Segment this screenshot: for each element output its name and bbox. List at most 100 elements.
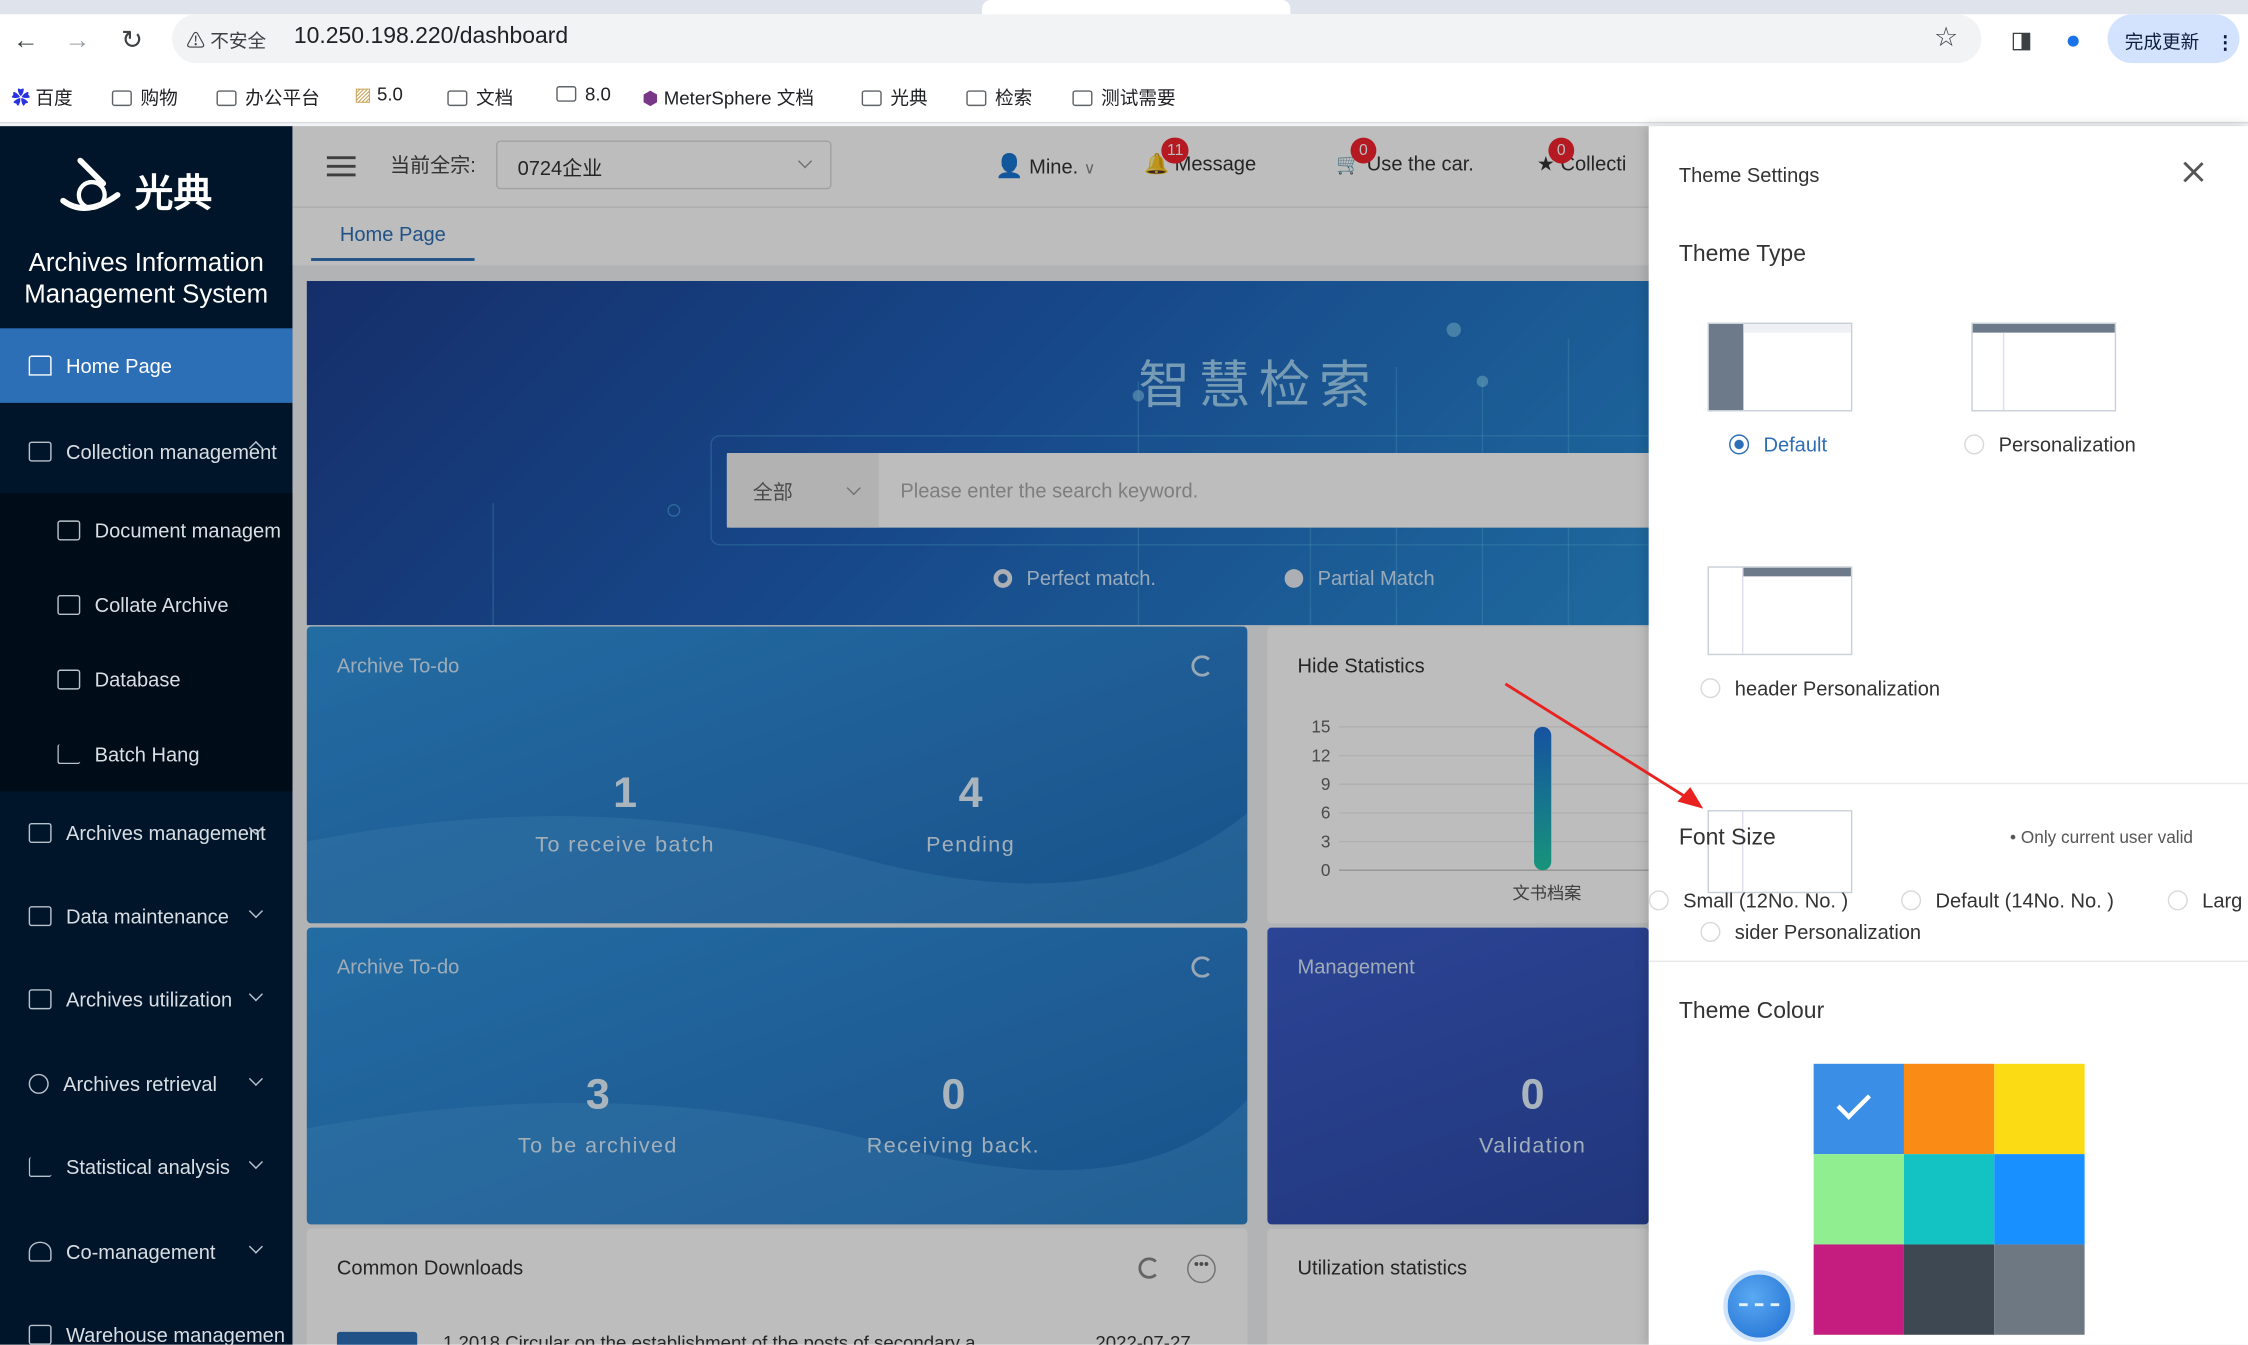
bookmark-folder[interactable]: 测试需要: [1072, 83, 1176, 110]
url-text[interactable]: 10.250.198.220/dashboard: [294, 24, 568, 50]
sidebar-item-label: Collection management: [65, 440, 277, 464]
bookmark-label: 办公平台: [245, 87, 320, 109]
folder-icon: [861, 90, 882, 107]
radio-theme-sider-personalization[interactable]: sider Personalization: [1700, 920, 1921, 943]
metersphere-icon: ⬢: [642, 87, 659, 109]
bookmark-label: 检索: [994, 87, 1033, 109]
floating-action-button[interactable]: [1723, 1270, 1795, 1342]
colour-swatch[interactable]: [1903, 1063, 1995, 1155]
chevron-down-icon: [248, 904, 264, 919]
bookmark-label: 文档: [475, 87, 514, 109]
fab-icon: [1739, 1303, 1780, 1307]
bookmark-folder[interactable]: 购物: [111, 83, 178, 110]
section-title: Theme Type: [1678, 242, 1806, 267]
sidebar-item-archives-retrieval[interactable]: Archives retrieval: [0, 1042, 292, 1125]
sidebar-item-statistical-analysis[interactable]: Statistical analysis: [0, 1125, 292, 1208]
profile-icon[interactable]: ●: [2056, 23, 2090, 57]
back-icon[interactable]: ←: [9, 23, 43, 57]
colour-swatch[interactable]: [1994, 1154, 2085, 1245]
sidebar-item-label: Document managem: [94, 518, 281, 542]
colour-swatch[interactable]: [1994, 1063, 2085, 1155]
sidebar-item-batch-hang[interactable]: Batch Hang: [0, 716, 293, 792]
bookmark-folder[interactable]: 光典: [861, 83, 928, 110]
sidebar-item-collection[interactable]: Collection management: [0, 410, 292, 493]
sidebar-item-co-management[interactable]: Co-management: [0, 1210, 292, 1293]
chevron-down-icon: [248, 987, 264, 1002]
font-size-note: • Only current user valid: [2010, 827, 2193, 848]
radio-font-large[interactable]: Larg: [2167, 889, 2242, 912]
sidebar-item-label: Archives retrieval: [63, 1072, 218, 1096]
forward-icon[interactable]: →: [60, 23, 94, 57]
bookmark-item[interactable]: ▨ 5.0: [354, 83, 403, 106]
home-icon: [28, 355, 52, 376]
colour-swatch[interactable]: [1994, 1244, 2085, 1335]
bookmark-folder[interactable]: 办公平台: [216, 83, 320, 110]
bookmark-star-icon[interactable]: ☆: [1934, 22, 1958, 55]
sidebar-item-warehouse[interactable]: Warehouse managemen: [0, 1293, 292, 1345]
clipboard-icon: [28, 989, 52, 1010]
sidebar-item-label: Archives utilization: [65, 987, 233, 1011]
collection-icon: [28, 441, 52, 462]
drawer-mask[interactable]: [292, 126, 1649, 1345]
radio-theme-default[interactable]: Default: [1729, 433, 1827, 456]
bookmarks-bar: ✿ 百度 购物 办公平台 ▨ 5.0 文档 8.0 ⬢ MeterSphere …: [0, 65, 2248, 124]
bookmark-folder[interactable]: 8.0: [556, 83, 611, 105]
bookmark-label: 购物: [140, 87, 178, 109]
colour-swatch[interactable]: [1813, 1244, 1904, 1335]
thumb-sidebar: [1709, 811, 1744, 895]
sidebar-item-collate[interactable]: Collate Archive: [0, 567, 293, 643]
sidebar-item-database[interactable]: Database: [0, 642, 293, 717]
folder-icon: [447, 90, 468, 107]
sidebar-item-home[interactable]: Home Page: [0, 328, 293, 403]
bank-icon: [28, 822, 52, 844]
reload-icon[interactable]: ↻: [115, 23, 149, 57]
sidebar-item-data-maintenance[interactable]: Data maintenance: [0, 875, 292, 958]
folder-icon: [1072, 90, 1093, 107]
thumb-header: [1972, 324, 2115, 333]
radio-font-default[interactable]: Default (14No. No. ): [1901, 889, 2114, 912]
sidebar-item-label: Data maintenance: [65, 904, 229, 928]
chevron-down-icon: [248, 1239, 264, 1254]
browser-toolbar: ← → ↻ ⚠ 不安全 10.250.198.220/dashboard ☆ ◨…: [0, 14, 2248, 66]
insecure-indicator[interactable]: ⚠ 不安全: [186, 26, 266, 53]
logo: 光典: [60, 157, 212, 216]
warehouse-icon: [28, 1324, 52, 1345]
font-note-text: Only current user valid: [2020, 827, 2193, 848]
radio-font-small[interactable]: Small (12No. No. ): [1648, 889, 1848, 912]
bookmark-item[interactable]: ✿ 百度: [11, 83, 72, 110]
radio-checked-icon: [1729, 434, 1750, 455]
close-icon[interactable]: [2179, 158, 2208, 187]
sidebar-item-archives-management[interactable]: Archives management: [0, 791, 292, 874]
divider: [1648, 782, 2248, 785]
browser-tab-strip: [0, 0, 2248, 15]
colour-swatch[interactable]: [1903, 1244, 1995, 1335]
theme-thumb-default[interactable]: [1707, 322, 1853, 412]
bookmark-folder[interactable]: 文档: [447, 83, 513, 110]
colour-swatch[interactable]: [1813, 1154, 1904, 1245]
radio-icon: [1901, 890, 1922, 911]
folder-icon: [966, 90, 987, 107]
sidebar-item-archives-utilization[interactable]: Archives utilization: [0, 958, 292, 1041]
folder-icon: [556, 86, 577, 102]
theme-thumb-header-personalization[interactable]: [1707, 566, 1853, 656]
sidebar-item-label: Collate Archive: [94, 593, 229, 617]
image-icon: ▨: [354, 83, 372, 105]
radio-theme-personalization[interactable]: Personalization: [1964, 433, 2136, 456]
bookmark-item[interactable]: ⬢ MeterSphere 文档: [642, 83, 814, 110]
side-panel-icon[interactable]: ◨: [2004, 23, 2038, 57]
colour-swatch-selected[interactable]: [1813, 1063, 1904, 1155]
radio-icon: [1700, 678, 1721, 699]
sidebar-item-document[interactable]: Document managem: [0, 493, 293, 568]
document-icon: [57, 520, 81, 541]
radio-label: Personalization: [1998, 432, 2136, 456]
colour-swatch[interactable]: [1903, 1154, 1995, 1245]
system-title-line1: Archives Information: [28, 248, 264, 277]
building-icon: [28, 906, 52, 927]
bookmark-folder[interactable]: 检索: [966, 83, 1032, 110]
update-button[interactable]: 完成更新 ⋮: [2107, 14, 2240, 64]
theme-thumb-personalization[interactable]: [1971, 322, 2117, 412]
bookmark-label: 5.0: [376, 83, 403, 105]
radio-theme-header-personalization[interactable]: header Personalization: [1700, 677, 1940, 700]
address-bar[interactable]: ⚠ 不安全 10.250.198.220/dashboard ☆: [172, 14, 1982, 64]
browser-active-tab[interactable]: [982, 0, 1291, 15]
